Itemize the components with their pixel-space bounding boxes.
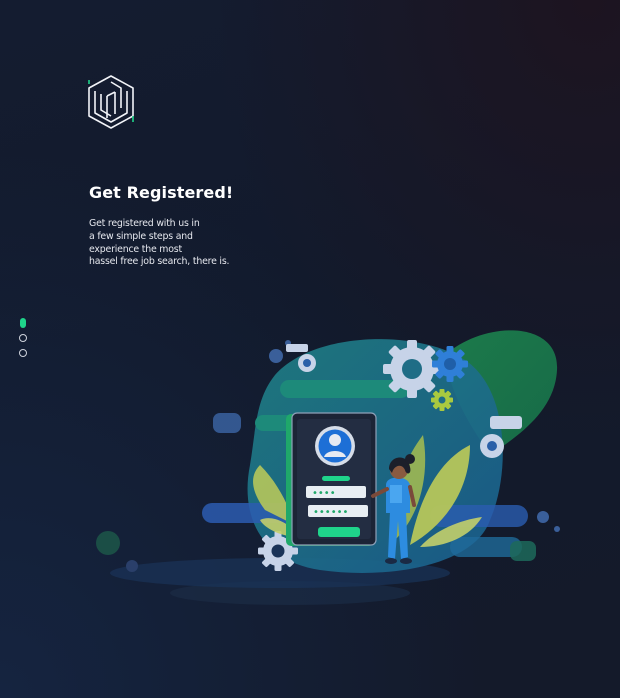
gear-icon xyxy=(432,346,468,382)
description-line: hassel free job search, there is. xyxy=(89,256,230,268)
page-title: Get Registered! xyxy=(89,183,234,202)
decor-circle xyxy=(96,531,120,555)
decor-circle xyxy=(126,560,138,572)
decor-circle xyxy=(537,511,549,523)
phone-mockup: •••• •••••• xyxy=(286,412,377,546)
accent-bar xyxy=(510,541,536,561)
description-line: a few simple steps and xyxy=(89,230,193,242)
description: Get registered with us in a few simple s… xyxy=(89,218,249,269)
carousel-indicator xyxy=(18,318,28,364)
register-button-graphic xyxy=(318,527,360,537)
decor-circle xyxy=(269,349,283,363)
description-line: experience the most xyxy=(89,243,182,255)
accent-bar xyxy=(280,380,410,398)
password-mask-2: •••••• xyxy=(313,507,348,518)
onboarding-screen: Get Registered! Get registered with us i… xyxy=(0,0,620,698)
description-line: Get registered with us in xyxy=(89,218,200,229)
password-mask-1: •••• xyxy=(312,488,336,499)
username-placeholder xyxy=(322,476,350,481)
carousel-dot-2[interactable] xyxy=(19,334,27,342)
carousel-dot-1[interactable] xyxy=(20,318,26,328)
lamp-icon xyxy=(286,344,308,352)
carousel-dot-3[interactable] xyxy=(19,349,27,357)
lamp-icon xyxy=(490,416,522,429)
gear-icon xyxy=(383,340,441,398)
gear-icon xyxy=(431,389,453,411)
registration-phone-illustration: •••• •••••• xyxy=(96,330,560,605)
accent-bar xyxy=(213,413,241,433)
decor-circle xyxy=(554,526,560,532)
cube-logo-icon xyxy=(88,75,134,129)
